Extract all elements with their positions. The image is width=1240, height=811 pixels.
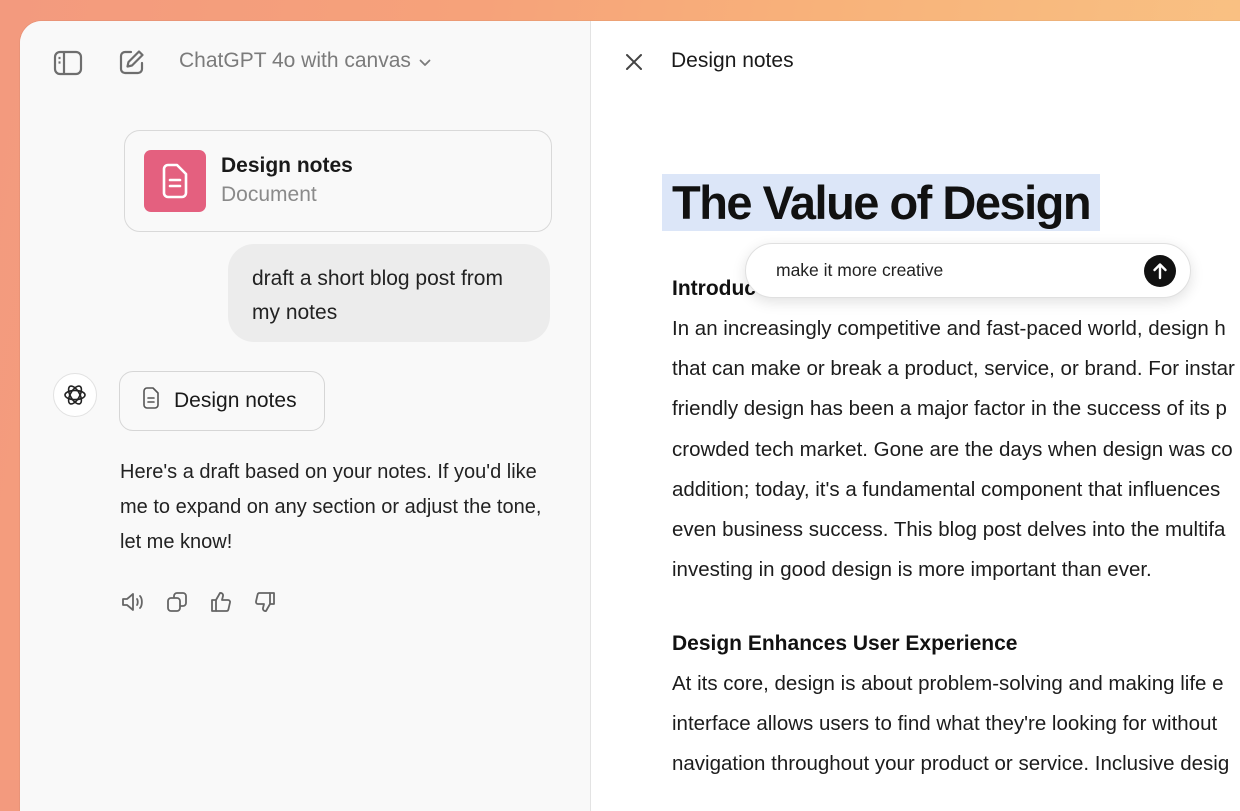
paragraph-line: interface allows users to find what they… — [672, 712, 1218, 736]
user-message-line: my notes — [252, 301, 338, 324]
intro-paragraph: In an increasingly competitive and fast-… — [672, 309, 1240, 590]
chat-pane: ChatGPT 4o with canvas Design notes Docu… — [20, 21, 591, 811]
canvas-pane: Design notes The Value of Design Introdu… — [591, 21, 1240, 811]
sidebar-toggle-icon[interactable] — [51, 48, 85, 78]
message-actions — [120, 589, 278, 615]
paragraph-line: even business success. This blog post de… — [672, 518, 1226, 542]
close-icon[interactable] — [621, 49, 647, 75]
paragraph-line: investing in good design is more importa… — [672, 558, 1152, 582]
paragraph-line: In an increasingly competitive and fast-… — [672, 317, 1226, 340]
paragraph-line: friendly design has been a major factor … — [672, 397, 1227, 421]
edit-prompt-box[interactable]: make it more creative — [745, 243, 1191, 298]
user-message: draft a short blog post from my notes — [228, 244, 550, 342]
thumbs-down-icon[interactable] — [252, 589, 278, 615]
paragraph-line: that can make or break a product, servic… — [672, 357, 1235, 381]
paragraph-line: crowded tech market. Gone are the days w… — [672, 437, 1233, 461]
document-chip[interactable]: Design notes — [119, 371, 325, 431]
send-button[interactable] — [1144, 255, 1176, 287]
section-heading: Design Enhances User Experience — [672, 632, 1018, 655]
model-label: ChatGPT 4o with canvas — [179, 49, 411, 72]
assistant-avatar-icon — [53, 373, 97, 417]
assistant-message-line: me to expand on any section or adjust th… — [120, 496, 542, 518]
document-card-title: Design notes — [221, 154, 353, 177]
app-window: ChatGPT 4o with canvas Design notes Docu… — [20, 21, 1240, 811]
paragraph-line: navigation throughout your product or se… — [672, 752, 1230, 776]
arrow-up-icon — [1153, 263, 1167, 280]
copy-icon[interactable] — [164, 589, 190, 615]
chevron-down-icon — [419, 49, 431, 73]
document-icon — [144, 150, 206, 212]
paragraph-line: At its core, design is about problem-sol… — [672, 672, 1224, 695]
document-card-type: Document — [221, 183, 317, 206]
model-selector[interactable]: ChatGPT 4o with canvas — [179, 49, 431, 73]
new-chat-icon[interactable] — [115, 46, 149, 78]
thumbs-up-icon[interactable] — [208, 589, 234, 615]
assistant-message: Here's a draft based on your notes. If y… — [120, 455, 560, 560]
assistant-message-line: let me know! — [120, 531, 233, 553]
document-card[interactable]: Design notes Document — [124, 130, 552, 232]
paragraph-line: addition; today, it's a fundamental comp… — [672, 477, 1221, 501]
assistant-message-line: Here's a draft based on your notes. If y… — [120, 461, 537, 483]
edit-prompt-input[interactable]: make it more creative — [776, 260, 943, 281]
read-aloud-icon[interactable] — [120, 589, 146, 615]
document-small-icon — [142, 387, 160, 415]
intro-heading: Introduc — [672, 277, 756, 300]
document-chip-label: Design notes — [174, 389, 297, 412]
canvas-title: Design notes — [671, 49, 794, 72]
user-message-line: draft a short blog post from — [252, 267, 503, 290]
section-paragraph: At its core, design is about problem-sol… — [672, 664, 1240, 785]
document-heading[interactable]: The Value of Design — [662, 174, 1101, 231]
